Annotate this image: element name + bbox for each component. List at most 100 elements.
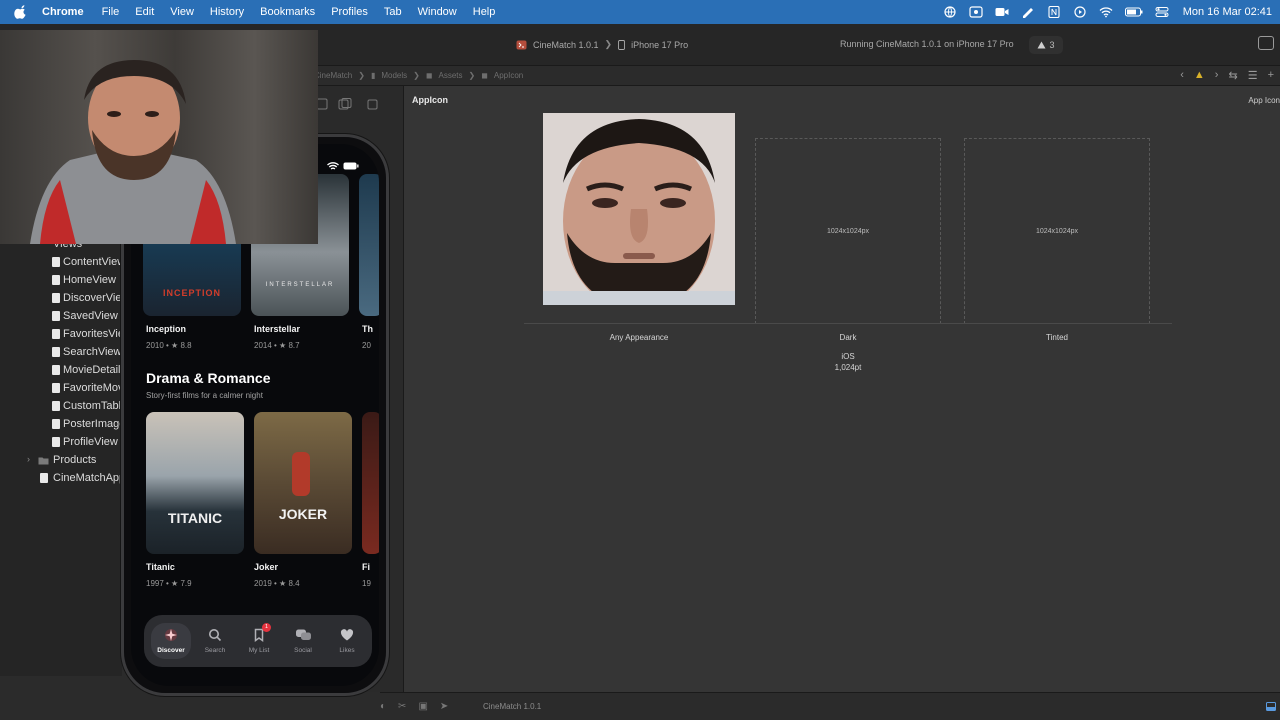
movie-poster-partial[interactable] (362, 412, 379, 554)
add-icon[interactable]: + (1268, 69, 1274, 82)
menu-profiles[interactable]: Profiles (331, 6, 368, 18)
notification-badge: 1 (262, 623, 271, 632)
environment-overrides-icon[interactable]: ▣ (418, 701, 427, 712)
tab-label: Search (204, 647, 226, 654)
activity-status: Running CineMatch 1.0.1 on iPhone 17 Pro (840, 39, 1014, 49)
nav-file-savedview[interactable]: SavedView (63, 310, 122, 322)
appicon-dark-slot[interactable]: 1024x1024px (755, 138, 941, 324)
screen-record-icon[interactable] (969, 6, 983, 18)
nav-file-favoritemov[interactable]: FavoriteMov (63, 382, 122, 394)
debug-view-hierarchy-icon[interactable]: ◐ (380, 701, 386, 712)
search-icon (209, 629, 222, 642)
tab-search[interactable]: Search (193, 615, 237, 667)
webcam-feed (0, 30, 318, 244)
breadcrumb-project[interactable]: CineMatch (314, 71, 352, 80)
breadcrumb-folder[interactable]: Models (381, 71, 407, 80)
warning-triangle-icon[interactable]: ▲ (1194, 69, 1205, 82)
scheme-name: CineMatch 1.0.1 (533, 39, 599, 50)
video-camera-icon[interactable] (995, 6, 1009, 18)
slot-size-dark: 1024x1024px (826, 227, 870, 235)
simulate-location-icon[interactable]: ➤ (440, 701, 448, 712)
wifi-icon (327, 162, 339, 170)
menu-file[interactable]: File (102, 6, 120, 18)
swap-icon[interactable]: ⇆ (1228, 69, 1237, 82)
movie-poster-joker[interactable]: JOKER (254, 412, 352, 554)
nav-file-moviedetail[interactable]: MovieDetail (63, 364, 122, 376)
breadcrumb: CineMatch ❯ ▮ Models ❯ ◼ Assets ❯ ◼ AppI… (314, 71, 523, 80)
menu-history[interactable]: History (210, 6, 244, 18)
movie-title[interactable]: Interstellar (254, 324, 300, 334)
chevron-right-icon[interactable]: › (1215, 69, 1219, 82)
duplicate-icon[interactable] (338, 98, 352, 110)
copy-icon[interactable] (366, 98, 378, 110)
play-circle-icon[interactable] (1073, 6, 1087, 18)
movie-title[interactable]: Inception (146, 324, 186, 334)
tab-likes[interactable]: Likes (325, 615, 369, 667)
breadcrumb-assets[interactable]: Assets (439, 71, 463, 80)
nav-file-posterimage[interactable]: PosterImage (63, 418, 122, 430)
movie-title[interactable]: Fi (362, 562, 370, 572)
chevron-left-icon[interactable]: ‹ (1180, 69, 1184, 82)
nav-file-contentview[interactable]: ContentView (63, 256, 122, 268)
appicon-tinted-slot[interactable]: 1024x1024px (964, 138, 1150, 324)
scheme-selector[interactable]: CineMatch 1.0.1 ❯ iPhone 17 Pro (516, 39, 688, 50)
breadcrumb-appicon[interactable]: AppIcon (494, 71, 523, 80)
tab-discover[interactable]: Discover (149, 615, 193, 667)
menu-clock[interactable]: Mon 16 Mar 02:41 (1183, 6, 1272, 18)
platform-label: iOS (841, 352, 855, 361)
disclosure-chevron-icon[interactable]: › (27, 454, 30, 464)
battery-icon[interactable] (1124, 6, 1143, 18)
menu-window[interactable]: Window (418, 6, 457, 18)
movie-title[interactable]: Joker (254, 562, 278, 572)
nav-file-cinematchapp[interactable]: CineMatchApp (53, 472, 122, 484)
platform-size: 1,024pt (834, 363, 862, 372)
section-title: Drama & Romance (146, 370, 271, 386)
run-destination[interactable]: iPhone 17 Pro (631, 40, 688, 50)
movie-title[interactable]: Th (362, 324, 373, 334)
menu-tab[interactable]: Tab (384, 6, 402, 18)
movie-poster-partial[interactable] (359, 174, 379, 316)
iphone-icon (618, 39, 626, 50)
panel-toggle-icon[interactable] (1266, 702, 1276, 711)
movie-poster-titanic[interactable]: TITANIC (146, 412, 244, 554)
globe-icon[interactable] (943, 6, 957, 18)
memory-graph-icon[interactable]: ✂ (398, 701, 406, 712)
movie-title[interactable]: Titanic (146, 562, 175, 572)
pen-icon[interactable] (1021, 6, 1035, 18)
swift-file-icon (52, 311, 60, 321)
appicon-icon: ◼ (481, 71, 488, 80)
control-center-icon[interactable] (1155, 6, 1169, 18)
debug-target-label: CineMatch 1.0.1 (483, 702, 542, 711)
slot-caption-tinted: Tinted (1046, 333, 1068, 342)
menu-edit[interactable]: Edit (135, 6, 154, 18)
menu-view[interactable]: View (170, 6, 194, 18)
apple-icon[interactable] (14, 5, 28, 19)
swift-file-icon (52, 293, 60, 303)
warnings-counter[interactable]: 3 (1029, 36, 1063, 54)
nav-file-customtabl[interactable]: CustomTabl (63, 400, 122, 412)
debug-bar: ◐ ✂ ▣ ➤ CineMatch 1.0.1 (380, 692, 1280, 720)
nav-file-discoverview[interactable]: DiscoverView (63, 292, 122, 304)
inspector-toggle-icon[interactable] (1258, 36, 1274, 50)
nav-file-profileview[interactable]: ProfileView (63, 436, 122, 448)
battery-icon (343, 162, 359, 170)
list-icon[interactable]: ☰ (1248, 69, 1258, 82)
jump-bar-controls: ‹ ▲ › ⇆ ☰ + (1180, 69, 1274, 82)
nav-file-favoritesview[interactable]: FavoritesView (63, 328, 122, 340)
jump-bar: CineMatch ❯ ▮ Models ❯ ◼ Assets ❯ ◼ AppI… (300, 66, 1280, 86)
tab-social[interactable]: Social (281, 615, 325, 667)
swift-file-icon (52, 347, 60, 357)
asset-title: AppIcon (412, 95, 448, 105)
appicon-any-appearance-image[interactable] (543, 113, 735, 305)
wifi-icon[interactable] (1099, 6, 1113, 18)
nav-file-homeview[interactable]: HomeView (63, 274, 122, 286)
tab-my-list[interactable]: 1 My List (237, 615, 281, 667)
nav-group-products[interactable]: Products (53, 454, 96, 466)
notion-icon[interactable] (1047, 6, 1061, 18)
menu-help[interactable]: Help (473, 6, 496, 18)
nav-file-searchview[interactable]: SearchView (63, 346, 122, 358)
menu-app-name[interactable]: Chrome (42, 6, 84, 18)
tab-label: Social (294, 647, 312, 654)
warnings-count: 3 (1049, 40, 1055, 50)
menu-bookmarks[interactable]: Bookmarks (260, 6, 315, 18)
